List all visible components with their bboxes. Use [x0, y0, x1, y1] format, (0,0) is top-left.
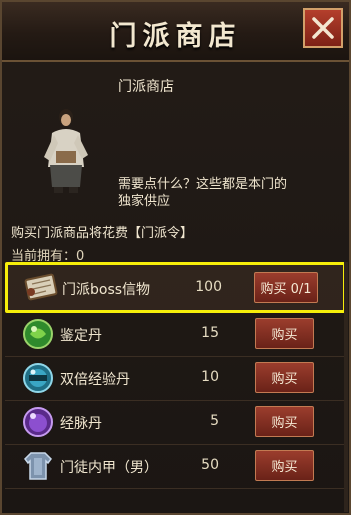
item-price: 15 [201, 325, 219, 341]
item-price: 5 [210, 413, 219, 429]
npc-portrait [44, 109, 88, 193]
item-name: 门派boss信物 [62, 282, 151, 298]
armor-icon [24, 452, 52, 480]
shop-name: 门派商店 [118, 79, 174, 95]
purple-orb-icon [23, 407, 53, 437]
buy-button[interactable]: 购买 0/1 [254, 272, 318, 303]
list-item: 鉴定丹 15 购买 [5, 313, 346, 357]
buy-button[interactable]: 购买 [255, 362, 314, 393]
list-item: 门派boss信物 100 购买 0/1 [5, 262, 346, 313]
list-item: 门徒内甲（男） 50 购买 [5, 445, 346, 489]
item-name: 门徒内甲（男） [60, 460, 158, 476]
buy-button[interactable]: 购买 [255, 406, 314, 437]
window-title: 门派商店 [109, 21, 242, 52]
scrollbar[interactable] [344, 262, 348, 512]
item-price: 10 [201, 369, 219, 385]
exp-orb-icon [23, 363, 53, 393]
close-icon [312, 17, 334, 39]
npc-dialog: 需要点什么？这些都是本门的独家供应 [118, 177, 288, 209]
green-orb-icon [23, 319, 53, 349]
item-name: 鉴定丹 [60, 328, 102, 344]
buy-button[interactable]: 购买 [255, 450, 314, 481]
close-button[interactable] [303, 8, 343, 48]
cost-info: 购买门派商品将花费【门派令】 [11, 226, 194, 241]
item-price: 100 [195, 279, 222, 295]
item-price: 50 [201, 457, 219, 473]
buy-button[interactable]: 购买 [255, 318, 314, 349]
list-item: 经脉丹 5 购买 [5, 401, 346, 445]
item-name: 经脉丹 [60, 416, 102, 432]
item-list: 门派boss信物 100 购买 0/1 鉴定丹 15 购买 双倍经验丹 10 购… [5, 262, 346, 489]
window-header: 门派商店 [2, 2, 349, 62]
item-name: 双倍经验丹 [60, 372, 130, 388]
list-item: 双倍经验丹 10 购买 [5, 357, 346, 401]
scroll-icon [24, 273, 58, 301]
